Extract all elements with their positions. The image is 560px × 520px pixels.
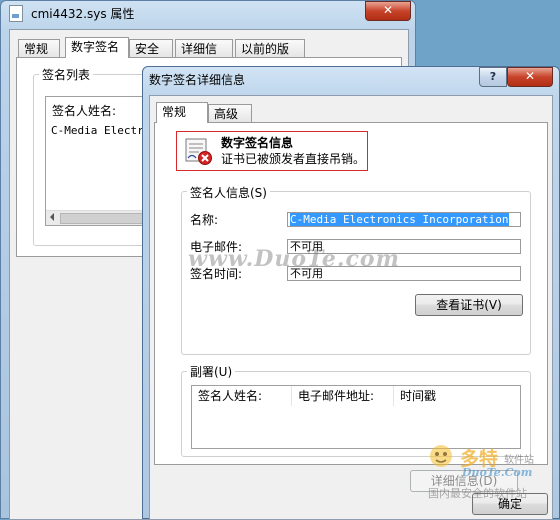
general-panel: 数字签名信息 证书已被颁发者直接吊销。 签名人信息(S) 名称: C-Media…	[154, 122, 548, 465]
tab-digital-signatures[interactable]: 数字签名	[65, 37, 129, 58]
tab-general[interactable]: 常规	[156, 102, 208, 123]
tab-previous-versions[interactable]: 以前的版本	[235, 39, 305, 75]
column-email-address[interactable]: 电子邮件地址:	[292, 386, 394, 406]
list-header-signer[interactable]: 签名人姓名:	[52, 102, 116, 119]
column-signer-name[interactable]: 签名人姓名:	[192, 386, 292, 406]
name-label: 名称:	[190, 213, 219, 227]
signature-info-title: 数字签名信息	[221, 136, 294, 150]
tab-advanced[interactable]: 高级	[208, 104, 252, 123]
signature-info-text: 证书已被颁发者直接吊销。	[221, 152, 366, 166]
close-button[interactable]: ✕	[365, 1, 411, 21]
column-timestamp[interactable]: 时间戳	[394, 386, 520, 406]
dialog-title: 数字签名详细信息	[149, 73, 246, 87]
countersignatures-list[interactable]: 签名人姓名: 电子邮件地址: 时间戳	[191, 385, 521, 449]
duote-logo-icon	[430, 445, 452, 467]
revoked-certificate-icon	[185, 138, 212, 165]
tab-details[interactable]: 详细信息	[175, 39, 233, 75]
signature-list-label: 签名列表	[39, 66, 94, 83]
signer-info-label: 签名人信息(S)	[187, 184, 270, 201]
name-value[interactable]: C-Media Electronics Incorporation	[290, 213, 509, 226]
scroll-left-icon[interactable]	[50, 213, 54, 221]
file-icon	[9, 5, 23, 22]
watermark-center: www.DuoTe.com	[188, 246, 400, 272]
tab-general[interactable]: 常规	[18, 39, 60, 58]
countersignatures-label: 副署(U)	[187, 363, 236, 380]
signature-info-highlight: 数字签名信息 证书已被颁发者直接吊销。	[176, 131, 368, 171]
watermark-brand-sub: 软件站	[504, 455, 534, 466]
help-button[interactable]: ?	[479, 67, 507, 87]
watermark-logo	[426, 440, 456, 473]
view-certificate-button[interactable]: 查看证书(V)	[415, 294, 523, 316]
window-title: cmi4432.sys 属性	[31, 7, 135, 21]
watermark-brand-url: DuoTe.Com	[462, 466, 533, 479]
list-item[interactable]: C-Media Electro	[51, 124, 150, 137]
dialog-close-button[interactable]: ✕	[507, 67, 553, 87]
tab-security[interactable]: 安全	[129, 39, 173, 58]
name-field[interactable]: C-Media Electronics Incorporation	[287, 212, 521, 227]
watermark-footer: 国内最安全的软件站	[428, 487, 527, 500]
